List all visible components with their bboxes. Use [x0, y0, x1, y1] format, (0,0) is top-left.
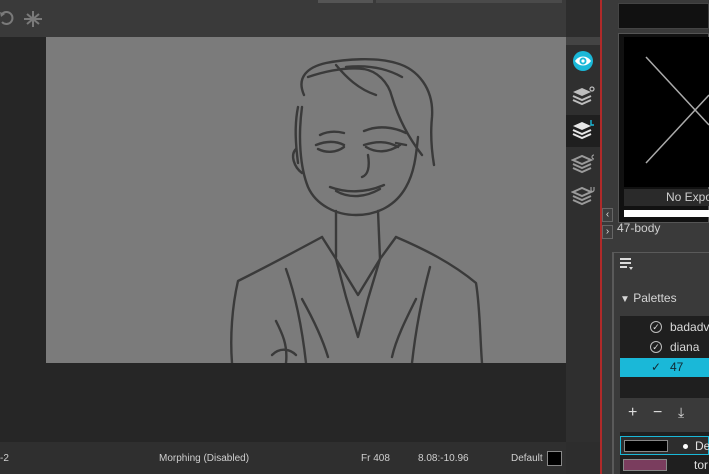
colour-swatch-list: De tor [620, 432, 709, 474]
drawing-canvas[interactable] [46, 37, 566, 363]
transform-icon[interactable] [22, 9, 44, 34]
drawing-preview [624, 37, 709, 187]
palette-toolbar: + − ⤓ [620, 404, 709, 424]
add-palette-button[interactable]: + [628, 404, 637, 422]
preview-slider[interactable] [624, 210, 709, 217]
status-bar: -2 Morphing (Disabled) Fr 408 8.08:-10.9… [0, 442, 566, 474]
swatch-name: De [695, 439, 709, 453]
onion-skin-eye-icon[interactable] [566, 45, 600, 77]
layers-o-icon[interactable] [566, 81, 600, 113]
layers-l-icon[interactable] [566, 115, 600, 147]
swatch-chip [624, 440, 668, 452]
morphing-status: Morphing (Disabled) [159, 453, 250, 464]
swatch-row-selected[interactable]: De [620, 436, 709, 455]
current-dot-icon [683, 444, 688, 449]
palette-name: badadv [670, 320, 709, 334]
collapse-right-button[interactable]: › [602, 225, 613, 239]
palette-name: 47 [670, 360, 684, 374]
no-exposure-label: No Expo [624, 189, 709, 206]
default-label: Default [511, 453, 543, 464]
rotate-icon[interactable] [0, 10, 14, 31]
chevron-right-icon: › [605, 226, 610, 237]
frame-number: Fr 408 [361, 453, 390, 464]
palette-item[interactable]: ✓ badadv [620, 318, 709, 337]
character-sketch [230, 58, 484, 363]
layers-c-icon[interactable] [566, 149, 600, 181]
current-layer-name: 47-body [617, 221, 661, 235]
menu-icon[interactable] [619, 256, 635, 277]
collapse-left-button[interactable]: ‹ [602, 208, 613, 222]
chevron-left-icon: ‹ [605, 209, 610, 220]
toolbar-tab-indicator [318, 0, 373, 3]
check-icon: ✓ [650, 360, 662, 374]
palette-list: ✓ badadv ✓ diana ✓ 47 [620, 316, 709, 398]
palette-name: diana [670, 340, 700, 354]
palettes-header[interactable]: ▼ Palettes [620, 291, 677, 305]
palettes-heading: Palettes [633, 291, 677, 305]
swatch-name: tor [694, 458, 709, 472]
palette-item-selected[interactable]: ✓ 47 [620, 358, 709, 377]
no-exposure-cross-icon [645, 56, 709, 164]
swatch-row[interactable]: tor [620, 456, 709, 474]
current-color-swatch[interactable] [547, 451, 562, 466]
swatch-chip [623, 459, 667, 471]
color-preview-strip [618, 3, 709, 29]
view-mode-strip [566, 37, 600, 442]
palette-item[interactable]: ✓ diana [620, 338, 709, 357]
layers-u-icon[interactable] [566, 181, 600, 213]
triangle-down-icon: ▼ [620, 294, 630, 305]
frame-prefix: -2 [0, 453, 9, 464]
import-palette-button[interactable]: ⤓ [678, 404, 684, 421]
strip-handle [566, 37, 600, 45]
remove-palette-button[interactable]: − [653, 404, 662, 422]
viewport-toolbar [0, 0, 566, 37]
coordinates-readout: 8.08:-10.96 [418, 453, 469, 464]
check-circle-icon: ✓ [650, 321, 662, 333]
check-circle-icon: ✓ [650, 341, 662, 353]
toolbar-tab-indicator [376, 0, 562, 3]
